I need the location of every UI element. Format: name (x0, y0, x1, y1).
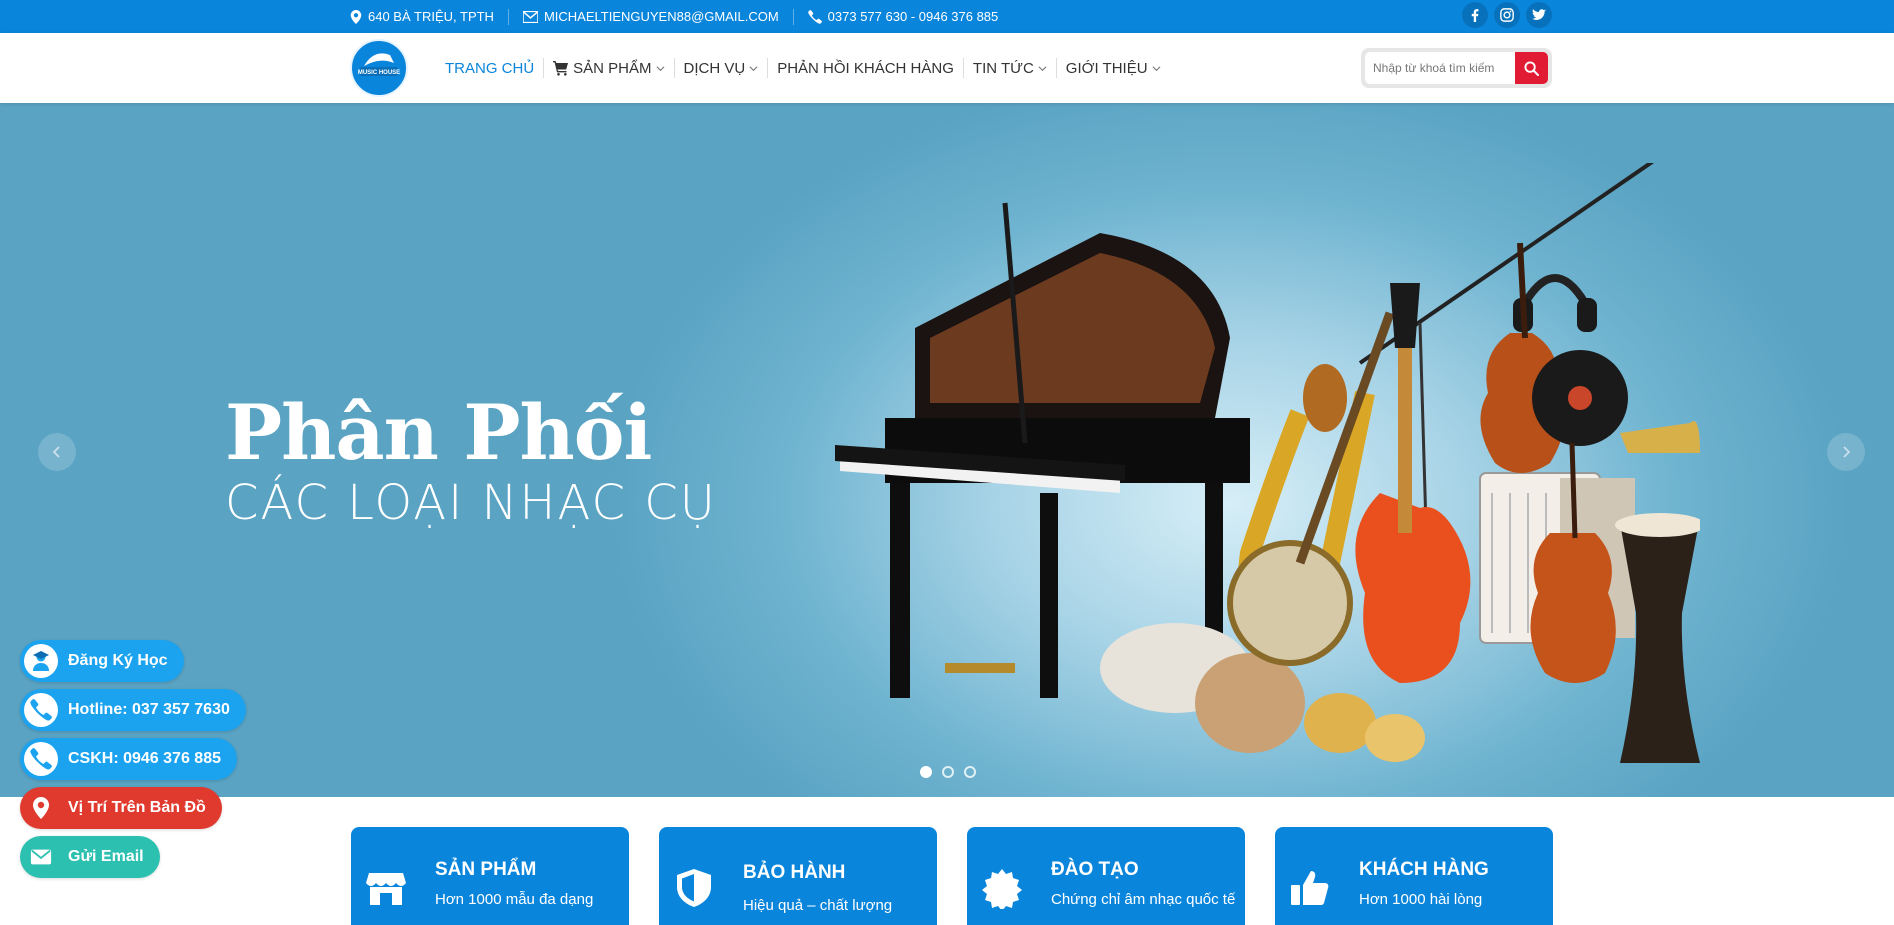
hero-subtitle: CÁC LOẠI NHẠC CỤ (225, 475, 717, 531)
float-label: Gửi Email (68, 848, 144, 865)
cart-icon (553, 61, 569, 76)
chevron-down-icon (1038, 65, 1047, 71)
mail-icon (522, 10, 538, 23)
slide-dot[interactable] (964, 766, 976, 778)
float-label: Vị Trí Trên Bản Đồ (68, 799, 206, 816)
nav-label[interactable]: GIỚI THIỆU (1066, 60, 1148, 77)
feature-card-training[interactable]: ĐÀO TẠO Chứng chỉ âm nhạc quốc tế (967, 827, 1245, 925)
floating-contact-buttons: Đăng Ký Học Hotline: 037 357 7630 CSKH: … (20, 640, 246, 885)
feature-subtitle: Chứng chỉ âm nhạc quốc tế (1051, 891, 1236, 908)
nav-item-feedback[interactable]: PHẢN HỒI KHÁCH HÀNG (768, 58, 964, 78)
thumbs-up-icon (1291, 871, 1329, 905)
map-location-button[interactable]: Vị Trí Trên Bản Đồ (20, 787, 222, 829)
student-icon (24, 644, 58, 678)
phone-info[interactable]: 0373 577 630 - 0946 376 885 (807, 9, 1013, 25)
prev-slide-button[interactable] (38, 433, 76, 471)
hero-slider: Phân Phối CÁC LOẠI NHẠC CỤ (0, 103, 1894, 797)
main-nav: TRANG CHỦ SẢN PHẨM DỊCH VỤ PHẢN HỒI KHÁC… (445, 33, 1170, 103)
nav-label[interactable]: SẢN PHẨM (573, 60, 651, 77)
email-text[interactable]: MICHAELTIENGUYEN88@GMAIL.COM (544, 9, 779, 24)
send-email-button[interactable]: Gửi Email (20, 836, 160, 878)
feature-subtitle: Hơn 1000 hài lòng (1359, 891, 1483, 908)
address-info: 640 BÀ TRIỆU, TPTH (350, 8, 509, 25)
address-text: 640 BÀ TRIỆU, TPTH (368, 9, 494, 24)
nav-label[interactable]: TRANG CHỦ (445, 60, 534, 77)
slide-dot[interactable] (942, 766, 954, 778)
phone-icon (24, 742, 58, 776)
chevron-down-icon (749, 65, 758, 71)
feature-subtitle: Hơn 1000 mẫu đa dạng (435, 891, 594, 908)
nav-item-home[interactable]: TRANG CHỦ (445, 58, 545, 78)
feature-cards: SẢN PHẨM Hơn 1000 mẫu đa dạng BẢO HÀNH H… (351, 827, 1553, 925)
feature-card-customers[interactable]: KHÁCH HÀNG Hơn 1000 hài lòng (1275, 827, 1553, 925)
nav-label[interactable]: TIN TỨC (973, 60, 1034, 77)
customer-care-button[interactable]: CSKH: 0946 376 885 (20, 738, 237, 780)
slide-dots (920, 766, 976, 778)
search-form (1361, 48, 1552, 88)
chevron-down-icon (1152, 65, 1161, 71)
search-input[interactable] (1373, 52, 1513, 84)
float-label: Đăng Ký Học (68, 652, 168, 669)
instruments-illustration (835, 163, 1700, 763)
shield-icon (677, 869, 711, 907)
slide-dot[interactable] (920, 766, 932, 778)
main-header: MUSIC HOUSE TRANG CHỦ SẢN PHẨM DỊCH VỤ P… (0, 33, 1894, 103)
feature-title: KHÁCH HÀNG (1359, 859, 1489, 880)
logo-text: MUSIC HOUSE (358, 70, 400, 76)
chevron-right-icon (1843, 446, 1851, 458)
nav-label[interactable]: PHẢN HỒI KHÁCH HÀNG (777, 60, 954, 77)
search-button[interactable] (1515, 52, 1548, 84)
map-pin-icon (350, 9, 362, 24)
next-slide-button[interactable] (1827, 433, 1865, 471)
feature-card-warranty[interactable]: BẢO HÀNH Hiệu quả – chất lượng (659, 827, 937, 925)
twitter-icon[interactable] (1526, 2, 1552, 28)
social-links (1462, 2, 1552, 28)
nav-item-about[interactable]: GIỚI THIỆU (1057, 58, 1170, 78)
phone-text[interactable]: 0373 577 630 - 0946 376 885 (828, 9, 999, 24)
phone-icon (24, 693, 58, 727)
site-logo[interactable]: MUSIC HOUSE (350, 39, 408, 97)
float-label: CSKH: 0946 376 885 (68, 750, 221, 767)
feature-title: BẢO HÀNH (743, 862, 846, 883)
hotline-button[interactable]: Hotline: 037 357 7630 (20, 689, 246, 731)
mail-icon (24, 840, 58, 874)
badge-icon (982, 869, 1022, 909)
hero-title: Phân Phối (225, 388, 652, 477)
nav-item-products[interactable]: SẢN PHẨM (544, 58, 675, 78)
chevron-down-icon (656, 65, 665, 71)
map-pin-icon (24, 791, 58, 825)
store-icon (366, 873, 406, 905)
top-bar: 640 BÀ TRIỆU, TPTH MICHAELTIENGUYEN88@GM… (0, 0, 1894, 33)
feature-card-products[interactable]: SẢN PHẨM Hơn 1000 mẫu đa dạng (351, 827, 629, 925)
email-info[interactable]: MICHAELTIENGUYEN88@GMAIL.COM (522, 8, 794, 25)
feature-title: ĐÀO TẠO (1051, 859, 1139, 880)
instagram-icon[interactable] (1494, 2, 1520, 28)
feature-subtitle: Hiệu quả – chất lượng (743, 897, 893, 914)
phone-icon (807, 9, 822, 24)
float-label: Hotline: 037 357 7630 (68, 701, 230, 718)
register-class-button[interactable]: Đăng Ký Học (20, 640, 184, 682)
feature-title: SẢN PHẨM (435, 859, 537, 880)
chevron-left-icon (52, 446, 60, 458)
facebook-icon[interactable] (1462, 2, 1488, 28)
search-icon (1524, 60, 1539, 76)
nav-item-news[interactable]: TIN TỨC (964, 58, 1057, 78)
nav-label[interactable]: DỊCH VỤ (684, 60, 746, 77)
nav-item-services[interactable]: DỊCH VỤ (675, 58, 769, 78)
